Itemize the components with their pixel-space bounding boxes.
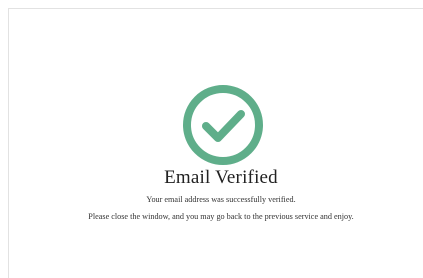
success-message: Your email address was successfully veri… [146, 195, 296, 204]
instruction-message: Please close the window, and you may go … [88, 212, 354, 221]
page-title: Email Verified [164, 167, 278, 188]
check-circle-icon [183, 85, 263, 165]
